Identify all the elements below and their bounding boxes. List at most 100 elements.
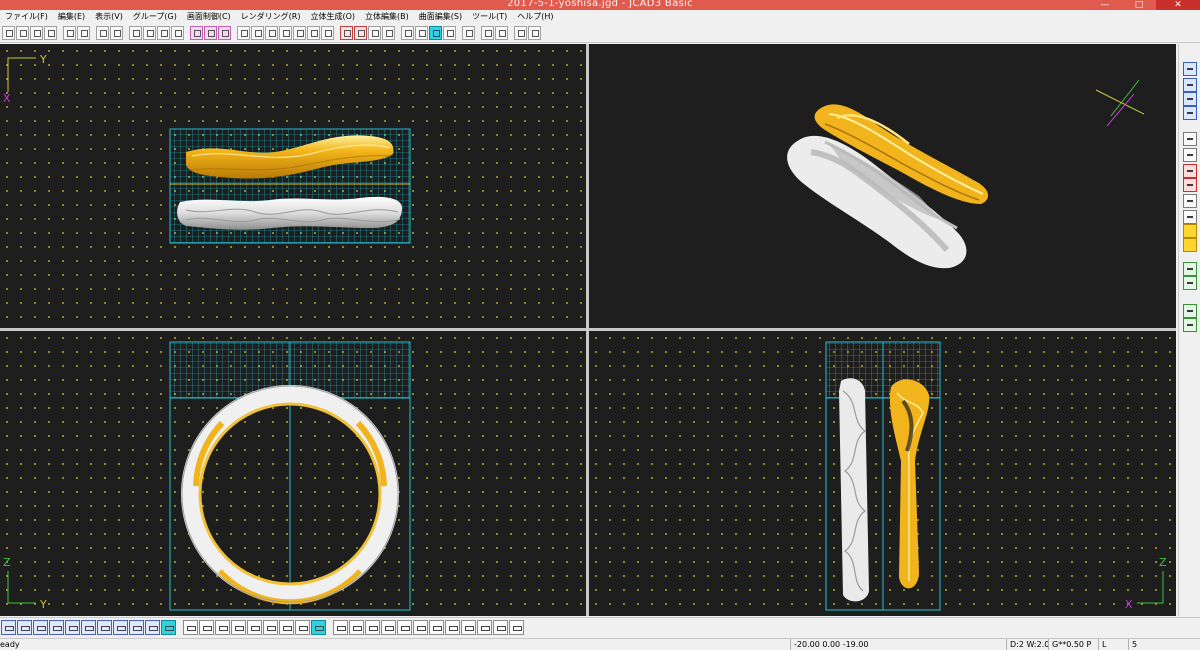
text-tool-icon[interactable] — [481, 25, 494, 40]
menu-file[interactable]: ファイル(F) — [0, 10, 53, 23]
array-icon[interactable] — [65, 620, 80, 635]
extrude-icon[interactable] — [263, 620, 278, 635]
perspective-viewport[interactable] — [589, 44, 1176, 328]
delete-all-icon[interactable] — [1183, 178, 1197, 192]
display-number-icon[interactable] — [1183, 238, 1197, 252]
view-user-icon[interactable] — [1183, 106, 1197, 120]
text-edit-icon[interactable] — [495, 25, 508, 40]
copy-icon[interactable] — [96, 25, 109, 40]
snap-face-icon[interactable] — [368, 25, 381, 40]
curve-icon[interactable] — [349, 620, 364, 635]
mirror-icon[interactable] — [49, 620, 64, 635]
dimension-icon[interactable] — [462, 25, 475, 40]
group-icon[interactable] — [1183, 194, 1197, 208]
stretch-icon[interactable] — [113, 620, 128, 635]
shade-mode-icon[interactable] — [190, 25, 203, 40]
menu-view[interactable]: 表示(V) — [90, 10, 128, 23]
loft-icon[interactable] — [311, 620, 326, 635]
snap-point-icon[interactable] — [340, 25, 353, 40]
trim-icon[interactable] — [461, 620, 476, 635]
select-clear-icon[interactable] — [157, 25, 170, 40]
menu-surface-edit[interactable]: 曲面編集(S) — [414, 10, 467, 23]
chamfer-icon[interactable] — [493, 620, 508, 635]
boolean-icon[interactable] — [509, 620, 524, 635]
menu-rendering[interactable]: レンダリング(R) — [236, 10, 306, 23]
menu-tools[interactable]: ツール(T) — [467, 10, 512, 23]
select-reverse-icon[interactable] — [143, 25, 156, 40]
menu-help[interactable]: ヘルプ(H) — [512, 10, 558, 23]
top-view-viewport[interactable]: Y X — [0, 44, 586, 328]
grid-size-icon[interactable] — [443, 25, 456, 40]
box-icon[interactable] — [215, 620, 230, 635]
measure-angle-icon[interactable] — [528, 25, 541, 40]
sphere-icon[interactable] — [199, 620, 214, 635]
print-icon[interactable] — [44, 25, 57, 40]
paste-icon[interactable] — [110, 25, 123, 40]
arc-icon[interactable] — [413, 620, 428, 635]
snap-line-icon[interactable] — [354, 25, 367, 40]
paste-object-icon[interactable] — [1183, 148, 1197, 162]
snap-mode-icon[interactable] — [161, 620, 176, 635]
rotate-view-icon[interactable] — [321, 25, 334, 40]
grid-dots-icon[interactable] — [401, 25, 414, 40]
menu-group[interactable]: グループ(G) — [128, 10, 182, 23]
view-top-icon[interactable] — [1183, 92, 1197, 106]
torus-icon[interactable] — [247, 620, 262, 635]
cone-icon[interactable] — [231, 620, 246, 635]
bend-icon[interactable] — [129, 620, 144, 635]
copy-object-icon[interactable] — [1183, 132, 1197, 146]
minimize-button[interactable]: — — [1088, 0, 1122, 10]
menu-screen-control[interactable]: 画面制御(C) — [182, 10, 236, 23]
close-button[interactable]: ✕ — [1156, 0, 1200, 10]
maximize-button[interactable]: □ — [1122, 0, 1156, 10]
undo-step-icon[interactable] — [1183, 318, 1197, 332]
side-view-viewport[interactable]: Z X — [589, 331, 1176, 616]
delete-icon[interactable] — [1183, 164, 1197, 178]
edit-point-icon[interactable] — [333, 620, 348, 635]
grid-lines-icon[interactable] — [415, 25, 428, 40]
select-poly-icon[interactable] — [171, 25, 184, 40]
front-view-viewport[interactable]: Z Y — [0, 331, 586, 616]
circle-icon[interactable] — [397, 620, 412, 635]
redo-icon[interactable] — [77, 25, 90, 40]
select-next-icon[interactable] — [1183, 262, 1197, 276]
sweep-icon[interactable] — [295, 620, 310, 635]
measure-icon[interactable] — [514, 25, 527, 40]
undo-icon[interactable] — [63, 25, 76, 40]
revolve-icon[interactable] — [279, 620, 294, 635]
cylinder-icon[interactable] — [183, 620, 198, 635]
rectangle-icon[interactable] — [381, 620, 396, 635]
new-file-icon[interactable] — [2, 25, 15, 40]
fillet-icon[interactable] — [477, 620, 492, 635]
scale-icon[interactable] — [33, 620, 48, 635]
distribute-icon[interactable] — [97, 620, 112, 635]
align-icon[interactable] — [81, 620, 96, 635]
color-mode-icon[interactable] — [218, 25, 231, 40]
open-file-icon[interactable] — [16, 25, 29, 40]
rotate-icon[interactable] — [17, 620, 32, 635]
layer-icon[interactable] — [1183, 210, 1197, 224]
zoom-window-icon[interactable] — [265, 25, 278, 40]
select-prev-icon[interactable] — [1183, 276, 1197, 290]
menu-edit[interactable]: 編集(E) — [53, 10, 90, 23]
menu-solid-edit[interactable]: 立体編集(B) — [360, 10, 414, 23]
select-all-icon[interactable] — [129, 25, 142, 40]
zoom-all-icon[interactable] — [293, 25, 306, 40]
display-point-icon[interactable] — [1183, 224, 1197, 238]
zoom-fit-icon[interactable] — [279, 25, 292, 40]
offset-icon[interactable] — [445, 620, 460, 635]
zoom-in-icon[interactable] — [237, 25, 250, 40]
grid-toggle-icon[interactable] — [429, 25, 442, 40]
move-icon[interactable] — [1, 620, 16, 635]
line-icon[interactable] — [365, 620, 380, 635]
twist-icon[interactable] — [145, 620, 160, 635]
zoom-out-icon[interactable] — [251, 25, 264, 40]
view-front-icon[interactable] — [1183, 62, 1197, 76]
save-file-icon[interactable] — [30, 25, 43, 40]
confirm-ok-icon[interactable] — [1183, 304, 1197, 318]
snap-grid-icon[interactable] — [382, 25, 395, 40]
view-side-icon[interactable] — [1183, 78, 1197, 92]
pan-icon[interactable] — [307, 25, 320, 40]
spline-icon[interactable] — [429, 620, 444, 635]
menu-solid-create[interactable]: 立体生成(O) — [305, 10, 360, 23]
